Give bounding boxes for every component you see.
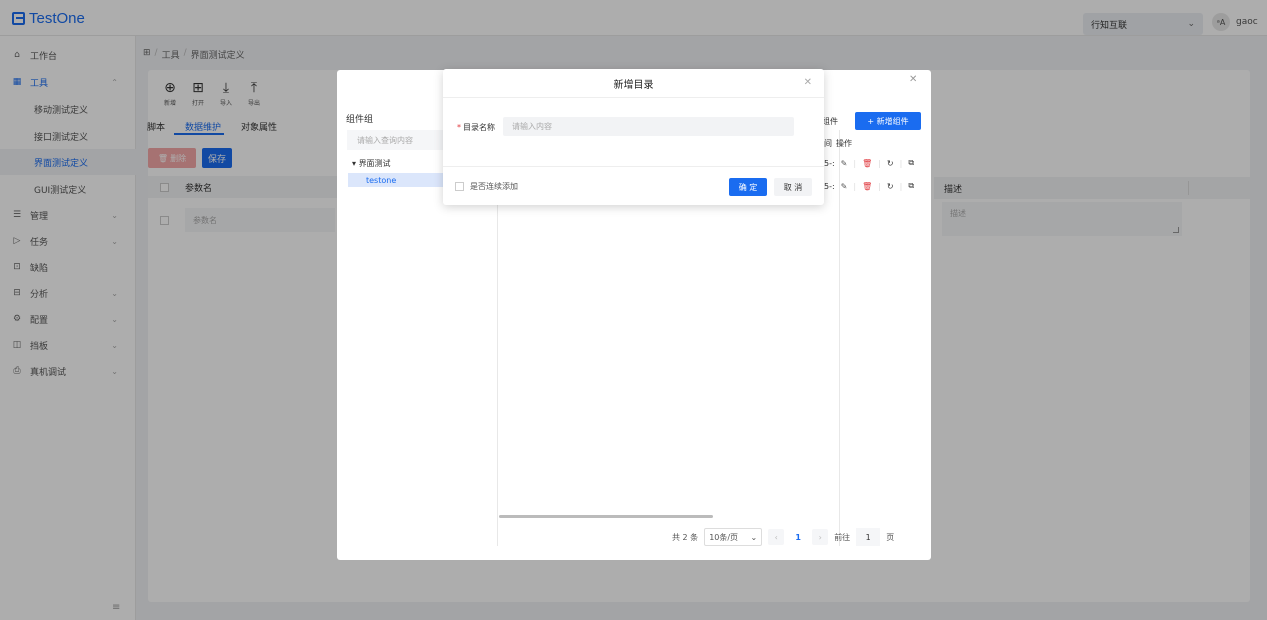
chevron-down-icon: ⌄ xyxy=(750,532,758,542)
refresh-icon[interactable]: ↻ xyxy=(887,159,894,168)
add-directory-dialog: 新增目录 ✕ * 目录名称 请输入内容 是否连续添加 确 定 取 消 xyxy=(443,69,824,205)
directory-name-label: * 目录名称 xyxy=(457,123,495,132)
refresh-icon[interactable]: ↻ xyxy=(887,182,894,191)
checkbox[interactable] xyxy=(455,182,464,191)
next-page-button[interactable]: › xyxy=(812,529,829,545)
ops-column: 操作 xyxy=(836,139,852,148)
continuous-add-checkbox[interactable]: 是否连续添加 xyxy=(455,181,518,192)
table-row: -05-: ✎ | 🗑 | ↻ | ⧉ xyxy=(816,181,915,191)
current-page[interactable]: 1 xyxy=(790,529,806,545)
page-size-select[interactable]: 10条/页 ⌄ xyxy=(704,528,763,546)
caret-down-icon: ▾ xyxy=(352,159,357,168)
component-group-title: 组件组 xyxy=(346,115,374,125)
close-icon[interactable]: ✕ xyxy=(909,74,917,85)
pagination: 共 2 条 10条/页 ⌄ ‹ 1 › 前往 1 页 xyxy=(672,528,894,546)
cancel-button[interactable]: 取 消 xyxy=(774,178,812,196)
confirm-button[interactable]: 确 定 xyxy=(729,178,767,196)
close-icon[interactable]: ✕ xyxy=(804,77,812,88)
edit-icon[interactable]: ✎ xyxy=(841,159,848,168)
goto-page-input[interactable]: 1 xyxy=(856,528,881,546)
required-marker: * xyxy=(457,123,461,132)
directory-name-input[interactable]: 请输入内容 xyxy=(503,117,794,136)
copy-icon[interactable]: ⧉ xyxy=(908,158,914,168)
trash-icon[interactable]: 🗑 xyxy=(862,182,872,191)
dialog-title: 新增目录 xyxy=(443,69,824,98)
tree-node-root[interactable]: ▾ 界面测试 xyxy=(352,158,391,169)
component-header-label: 组件 xyxy=(822,117,838,126)
goto-label: 前往 xyxy=(834,532,851,542)
horizontal-scrollbar[interactable] xyxy=(499,515,713,518)
copy-icon[interactable]: ⧉ xyxy=(908,181,914,191)
page-unit-label: 页 xyxy=(886,532,895,542)
prev-page-button[interactable]: ‹ xyxy=(768,529,785,545)
divider xyxy=(839,130,840,546)
edit-icon[interactable]: ✎ xyxy=(841,182,848,191)
add-component-button[interactable]: + 新增组件 xyxy=(855,112,921,130)
table-row: -05-: ✎ | 🗑 | ↻ | ⧉ xyxy=(816,158,915,168)
pager-total: 共 2 条 xyxy=(672,532,699,542)
dialog-footer: 是否连续添加 确 定 取 消 xyxy=(443,166,824,205)
trash-icon[interactable]: 🗑 xyxy=(862,159,872,168)
